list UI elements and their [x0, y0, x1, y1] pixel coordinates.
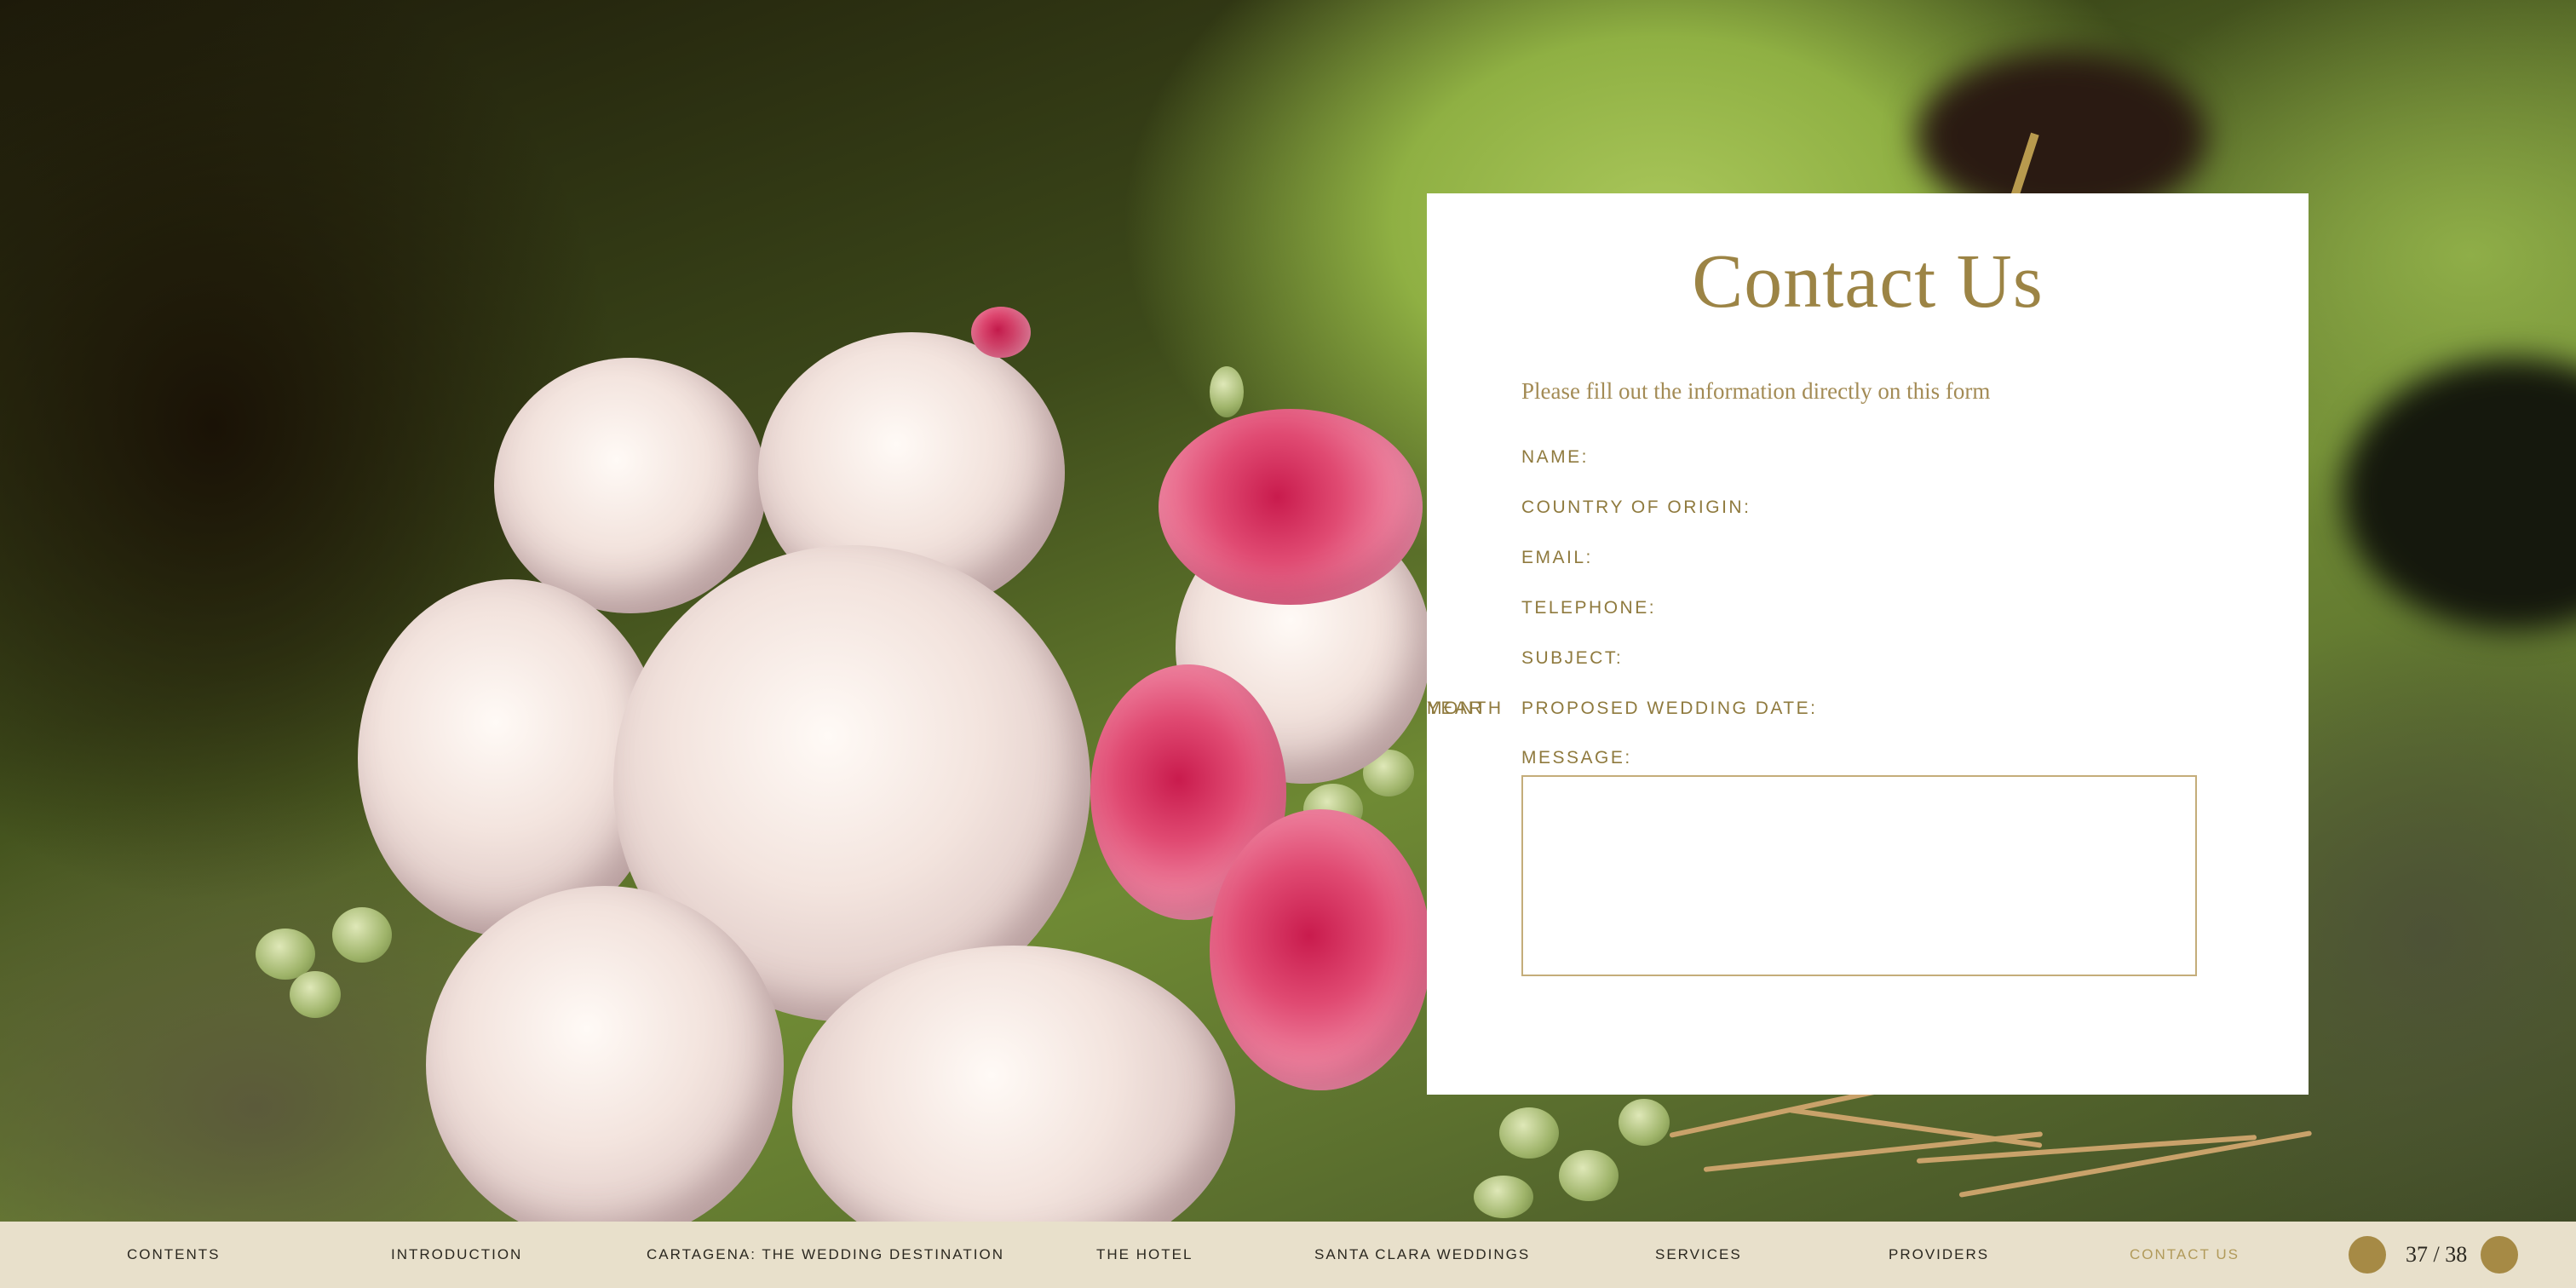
contact-form-card: Contact Us Please fill out the informati…: [1427, 193, 2309, 1095]
telephone-field[interactable]: TELEPHONE:: [1521, 598, 1656, 618]
page-title: Contact Us: [1692, 239, 2044, 324]
nav-item-cartagena[interactable]: CARTAGENA: THE WEDDING DESTINATION: [647, 1222, 1004, 1288]
form-intro-text: Please fill out the information directly…: [1521, 378, 1991, 404]
page-indicator: 37 / 38: [2406, 1242, 2468, 1267]
message-textarea[interactable]: [1521, 775, 2197, 976]
name-field[interactable]: NAME:: [1521, 447, 1589, 468]
wedding-date-label: PROPOSED WEDDING DATE:: [1521, 699, 1818, 718]
nav-item-contact-us[interactable]: CONTACT US: [2130, 1222, 2240, 1288]
year-field[interactable]: YEAR: [1427, 699, 1484, 719]
next-page-circle-icon[interactable]: [2481, 1236, 2518, 1274]
message-label: MESSAGE:: [1521, 748, 1632, 768]
country-of-origin-field[interactable]: COUNTRY OF ORIGIN:: [1521, 497, 1751, 518]
previous-page-circle-icon[interactable]: [2349, 1236, 2386, 1274]
bottom-nav: CONTENTS INTRODUCTION CARTAGENA: THE WED…: [0, 1222, 2576, 1288]
subject-field[interactable]: SUBJECT:: [1521, 648, 1623, 669]
nav-item-introduction[interactable]: INTRODUCTION: [391, 1222, 522, 1288]
nav-item-contents[interactable]: CONTENTS: [127, 1222, 221, 1288]
nav-item-services[interactable]: SERVICES: [1655, 1222, 1742, 1288]
nav-item-providers[interactable]: PROVIDERS: [1889, 1222, 1989, 1288]
email-field[interactable]: EMAIL:: [1521, 548, 1593, 568]
nav-item-the-hotel[interactable]: THE HOTEL: [1096, 1222, 1193, 1288]
nav-item-santa-clara-weddings[interactable]: SANTA CLARA WEDDINGS: [1314, 1222, 1530, 1288]
